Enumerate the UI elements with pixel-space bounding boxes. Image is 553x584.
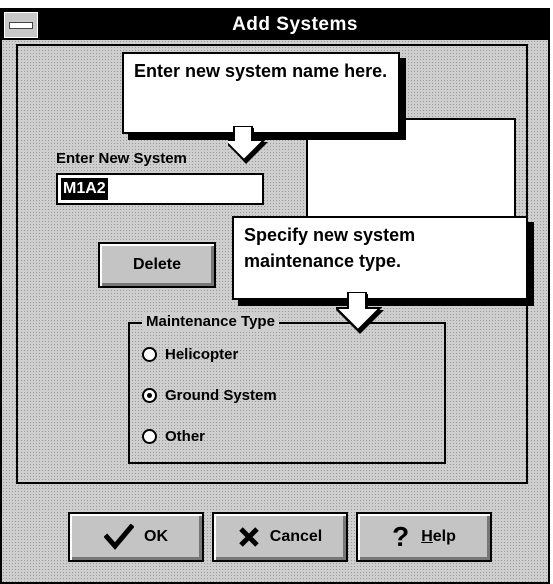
- ok-button-label: OK: [144, 528, 168, 545]
- radio-other-label: Other: [165, 428, 206, 445]
- cancel-button-label: Cancel: [269, 528, 323, 545]
- question-mark-icon: ?: [392, 521, 410, 552]
- help-accelerator: H: [421, 528, 433, 545]
- delete-button[interactable]: Delete: [98, 242, 216, 288]
- radio-ground-system-label: Ground System: [165, 387, 277, 404]
- help-button[interactable]: ? Help: [356, 512, 492, 562]
- callout-maintenance-type-text: Specify new system maintenance type.: [244, 225, 416, 271]
- system-menu-bar: [9, 21, 33, 29]
- radio-helicopter-circle[interactable]: [142, 347, 157, 362]
- help-button-label: Help: [421, 528, 456, 546]
- help-rest: elp: [432, 528, 456, 545]
- radio-other-circle[interactable]: [142, 429, 157, 444]
- system-menu-icon[interactable]: [4, 12, 38, 38]
- new-system-value: M1A2: [61, 178, 108, 200]
- callout-maintenance-type: Specify new system maintenance type.: [232, 216, 528, 300]
- callout-system-name-pointer: [228, 126, 268, 164]
- new-system-label: Enter New System: [56, 150, 187, 167]
- maintenance-type-label: Maintenance Type: [142, 313, 279, 330]
- radio-ground-system-circle[interactable]: [142, 388, 157, 403]
- delete-button-label: Delete: [132, 256, 182, 273]
- cancel-button[interactable]: Cancel: [212, 512, 348, 562]
- checkmark-icon: [104, 524, 134, 550]
- radio-other[interactable]: Other: [142, 428, 205, 445]
- callout-system-name-text: Enter new system name here.: [134, 61, 388, 81]
- callout-maintenance-type-pointer: [336, 292, 384, 334]
- title-bar: Add Systems: [2, 10, 548, 40]
- new-system-input[interactable]: M1A2: [56, 173, 264, 205]
- ok-button[interactable]: OK: [68, 512, 204, 562]
- window-title: Add Systems: [232, 14, 358, 35]
- radio-ground-system[interactable]: Ground System: [142, 387, 277, 404]
- x-icon: [238, 526, 260, 548]
- radio-helicopter-label: Helicopter: [165, 346, 239, 363]
- callout-system-name: Enter new system name here.: [122, 52, 400, 134]
- radio-helicopter[interactable]: Helicopter: [142, 346, 238, 363]
- systems-listbox[interactable]: [306, 118, 516, 226]
